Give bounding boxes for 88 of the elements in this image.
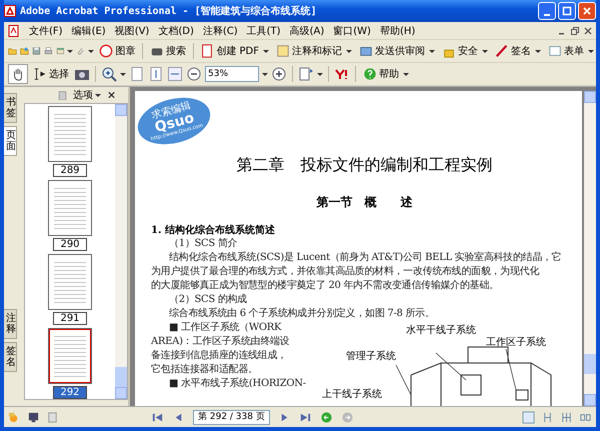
close-icon[interactable] — [584, 26, 592, 34]
help-icon — [363, 67, 377, 81]
scrollbar[interactable] — [584, 91, 596, 406]
toolbar-button[interactable]: 搜索 — [148, 41, 188, 61]
text-line: 它包括连接器和适配器。 — [151, 363, 258, 377]
text-line: 综合布线系统由 6 个子系统构成并分别定义，如图 7-8 所示。 — [168, 307, 435, 321]
rotate-page-icon[interactable] — [298, 66, 314, 82]
close-icon — [582, 6, 592, 16]
menu-item[interactable]: 视图(V) — [114, 24, 150, 38]
close-button[interactable] — [578, 2, 596, 20]
figure-label: 管理子系统 — [346, 351, 396, 362]
app-icon — [4, 5, 16, 17]
toolbar-button[interactable]: 表单 — [546, 41, 596, 61]
panel-tab[interactable]: 注释 — [4, 309, 17, 339]
toolbar-button[interactable]: 发送供审阅 — [357, 41, 438, 61]
zoom-in-icon[interactable] — [271, 66, 287, 82]
scrollbar[interactable] — [115, 104, 127, 399]
toolbar-button[interactable]: 创建 PDF — [198, 41, 272, 61]
caret-icon[interactable] — [88, 50, 94, 52]
menu-item[interactable]: 帮助(H) — [380, 24, 416, 38]
single-page-icon[interactable] — [522, 410, 535, 424]
caret-icon[interactable] — [317, 72, 323, 76]
text-line: ■ 水平布线子系统(HORIZON- — [168, 377, 306, 391]
back-icon[interactable] — [320, 410, 333, 424]
caret-icon[interactable] — [262, 72, 268, 76]
monitor-icon[interactable] — [27, 410, 40, 424]
document-icon — [8, 24, 20, 36]
page-number-label: 290 — [53, 238, 87, 251]
zoom-in-icon[interactable] — [101, 66, 117, 82]
hand-tool-button[interactable] — [8, 64, 28, 84]
fit-page-icon[interactable] — [148, 66, 164, 82]
zoom-out-icon[interactable] — [186, 66, 202, 82]
text-line: （1）SCS 简介 — [168, 237, 238, 251]
panel-tab[interactable]: 书签 — [4, 93, 17, 123]
figure-label: 水平干线子系统 — [406, 325, 476, 336]
pen-icon — [495, 44, 510, 58]
toolbar-button[interactable]: 签名 — [493, 41, 544, 61]
toolbar-button[interactable]: 图章 — [97, 41, 138, 61]
continuous-facing-icon[interactable] — [560, 410, 573, 424]
page-thumbnail[interactable] — [48, 254, 92, 310]
page-number-label: 291 — [53, 312, 87, 325]
page-number-label: 292 — [53, 386, 87, 399]
text-line: AREA)：工作区子系统由终端设 — [151, 335, 290, 349]
chapter-title: 第二章 投标文件的编制和工程实例 — [236, 155, 494, 176]
figure-label: 工作区子系统 — [486, 337, 546, 348]
hand-icon — [11, 67, 25, 81]
section-heading: 1. 结构化综合布线系统简述 — [151, 224, 276, 237]
page-thumbnail[interactable] — [48, 106, 92, 162]
section-title: 第一节 概 述 — [316, 194, 414, 211]
panel-tab[interactable]: 页面 — [4, 126, 17, 156]
select-tool-button[interactable]: 选择 — [31, 64, 71, 84]
maximize-button[interactable] — [558, 2, 576, 20]
toolbar-button[interactable]: 注释和标记 — [274, 41, 354, 61]
minimize-button[interactable] — [538, 2, 556, 20]
text-line: 的大厦能够真正成为智慧型的楼宇奠定了 20 年内不需改变通信传输媒介的基础。 — [151, 279, 499, 293]
text-line: 为用户提供了最合理的布线方式，并依靠其高品质的材料，一改传统布线的面貌，为现代化 — [151, 265, 540, 279]
close-icon[interactable] — [107, 90, 116, 100]
help-button[interactable]: 帮助 — [361, 64, 411, 84]
caret-icon[interactable] — [67, 50, 74, 52]
menu-item[interactable]: 窗口(W) — [333, 24, 371, 38]
page-number-label: 289 — [53, 164, 87, 177]
toolbar-button[interactable]: 安全 — [440, 41, 490, 61]
panel-tab[interactable]: 签名 — [4, 342, 17, 372]
form-icon — [548, 44, 562, 58]
text-line: 结构化综合布线系统(SCS)是 Lucent（前身为 AT&T)公司 BELL 实验室高科技的结晶，它 — [168, 251, 562, 265]
options-button[interactable]: 选项 — [73, 88, 101, 102]
menu-item[interactable]: 工具(T) — [246, 24, 281, 38]
menu-item[interactable]: 文档(D) — [158, 24, 194, 38]
page-thumbnail[interactable] — [48, 180, 92, 236]
page-number-field[interactable]: 第 292 / 338 页 — [193, 410, 270, 424]
minimize-icon — [544, 14, 550, 16]
text-cursor-icon — [33, 67, 47, 81]
menu-item[interactable]: 文件(F) — [29, 24, 63, 38]
fit-width-icon[interactable] — [167, 66, 183, 82]
caret-icon[interactable] — [120, 72, 126, 76]
menu-item[interactable]: 编辑(E) — [72, 24, 106, 38]
text-line: （2）SCS 的构成 — [168, 293, 247, 307]
menu-item[interactable]: 注释(C) — [202, 24, 238, 38]
menu-item[interactable]: 高级(A) — [290, 24, 324, 38]
text-line: 备连接到信息插座的连线组成， — [151, 349, 287, 363]
stamp-icon — [99, 44, 114, 58]
zoom-field[interactable]: 53% — [205, 66, 259, 82]
window-title: Adobe Acrobat Professional - [智能建筑与综合布线系统] — [20, 4, 318, 18]
page-thumbnail[interactable] — [48, 328, 92, 384]
restore-icon[interactable] — [571, 26, 579, 34]
maximize-icon — [562, 6, 572, 16]
figure-label: 上干线子系统 — [322, 389, 382, 400]
text-line: ■ 工作区子系统（WORK — [168, 321, 282, 335]
